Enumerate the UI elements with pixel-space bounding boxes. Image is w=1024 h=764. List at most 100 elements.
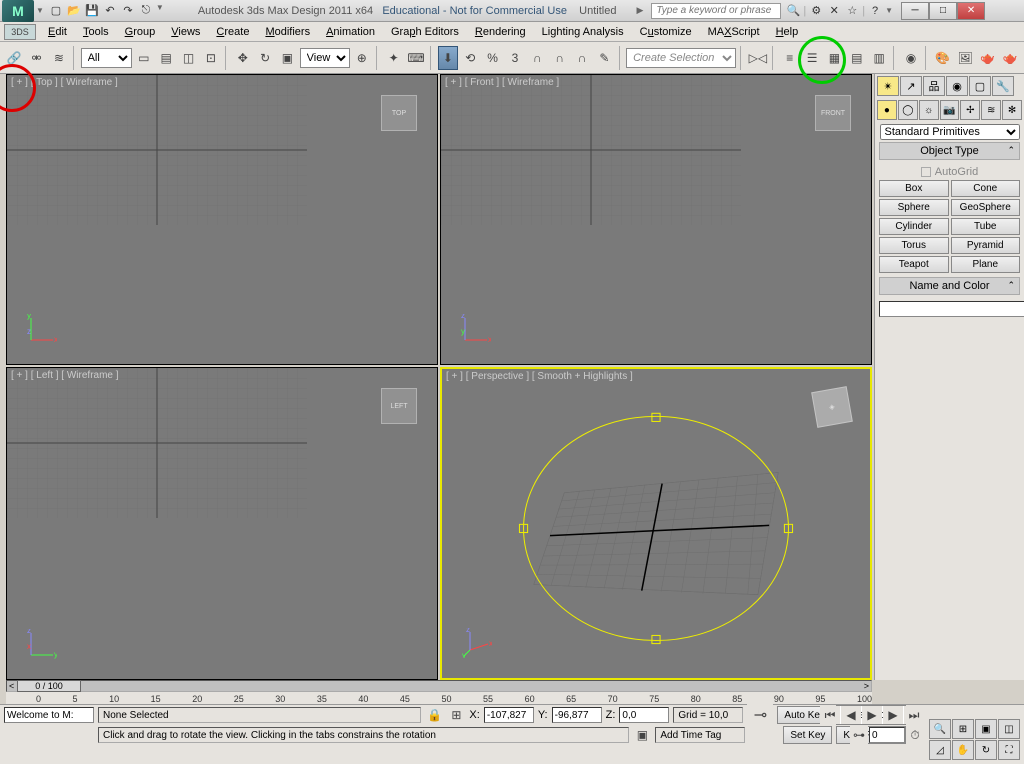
viewport-label-front[interactable]: [ + ] [ Front ] [ Wireframe ] bbox=[445, 77, 559, 88]
viewcube-left[interactable]: LEFT bbox=[381, 388, 417, 424]
object-name-input[interactable] bbox=[879, 301, 1024, 317]
systems-cat-icon[interactable]: ✻ bbox=[1002, 100, 1022, 120]
orbit-icon[interactable]: ↻ bbox=[975, 740, 997, 760]
utilities-tab-icon[interactable]: 🔧 bbox=[992, 76, 1014, 96]
key-mode-icon[interactable]: ⊸ bbox=[747, 702, 773, 728]
help-search-input[interactable] bbox=[651, 3, 781, 19]
menu-help[interactable]: Help bbox=[768, 24, 807, 40]
maximize-button[interactable]: □ bbox=[929, 2, 957, 20]
zoom-icon[interactable]: 🔍 bbox=[929, 719, 951, 739]
menu-maxscript[interactable]: MAXScript bbox=[700, 24, 768, 40]
subscribe-icon[interactable]: ✕ bbox=[826, 3, 842, 19]
cylinder-button[interactable]: Cylinder bbox=[879, 218, 949, 235]
zoom-extents-all-icon[interactable]: ◫ bbox=[998, 719, 1020, 739]
viewport-top[interactable]: [ + ] [ Top ] [ Wireframe ] TOP xyz bbox=[6, 74, 438, 365]
link-tool-icon[interactable]: 🔗 bbox=[4, 46, 24, 70]
zoom-extents-icon[interactable]: ▣ bbox=[975, 719, 997, 739]
modify-tab-icon[interactable]: ↗ bbox=[900, 76, 922, 96]
render-frame-icon[interactable]: 🖼 bbox=[955, 46, 975, 70]
menu-animation[interactable]: Animation bbox=[318, 24, 383, 40]
helpers-cat-icon[interactable]: ✢ bbox=[960, 100, 980, 120]
redo-icon[interactable]: ↷ bbox=[120, 3, 136, 19]
align-icon[interactable]: ≡ bbox=[780, 46, 800, 70]
window-crossing-icon[interactable]: ⊡ bbox=[201, 46, 221, 70]
create-tab-icon[interactable]: ✴ bbox=[877, 76, 899, 96]
teapot-button[interactable]: Teapot bbox=[879, 256, 949, 273]
goto-start-icon[interactable]: ⏮ bbox=[820, 706, 840, 724]
selection-filter-combo[interactable]: All bbox=[81, 48, 132, 68]
unlink-tool-icon[interactable]: ⚮ bbox=[26, 46, 46, 70]
favorite-icon[interactable]: ☆ bbox=[844, 3, 860, 19]
geometry-cat-icon[interactable]: ● bbox=[877, 100, 897, 120]
snap-a-icon[interactable]: ∩ bbox=[527, 46, 547, 70]
category-dropdown[interactable]: Standard Primitives bbox=[880, 124, 1020, 140]
comm-icon[interactable]: ⚙ bbox=[808, 3, 824, 19]
menu-grapheditors[interactable]: Graph Editors bbox=[383, 24, 467, 40]
open-icon[interactable]: 📂 bbox=[66, 3, 82, 19]
menu-rendering[interactable]: Rendering bbox=[467, 24, 534, 40]
rollout-name-color[interactable]: Name and Color bbox=[879, 277, 1020, 295]
set-key-button[interactable]: Set Key bbox=[783, 726, 832, 744]
help-icon[interactable]: ? bbox=[867, 3, 883, 19]
autogrid-checkbox[interactable]: AutoGrid bbox=[879, 164, 1020, 180]
tube-button[interactable]: Tube bbox=[951, 218, 1021, 235]
ref-coord-combo[interactable]: View bbox=[300, 48, 350, 68]
percent-snap-icon[interactable]: % bbox=[482, 46, 502, 70]
minimize-button[interactable]: ─ bbox=[901, 2, 929, 20]
x-coord-input[interactable] bbox=[484, 707, 534, 723]
prev-frame-icon[interactable]: ◀ bbox=[841, 706, 861, 724]
zoom-all-icon[interactable]: ⊞ bbox=[952, 719, 974, 739]
keyboard-icon[interactable]: ⌨ bbox=[406, 46, 426, 70]
infocenter-icon[interactable]: 🔍 bbox=[785, 3, 801, 19]
select-region-icon[interactable]: ◫ bbox=[178, 46, 198, 70]
render-setup-icon[interactable]: 🎨 bbox=[933, 46, 953, 70]
material-editor-icon[interactable]: ◉ bbox=[901, 46, 921, 70]
close-button[interactable]: ✕ bbox=[957, 2, 985, 20]
pyramid-button[interactable]: Pyramid bbox=[951, 237, 1021, 254]
time-slider-track[interactable]: < 0 / 100 > bbox=[6, 680, 872, 692]
y-coord-input[interactable] bbox=[552, 707, 602, 723]
bind-tool-icon[interactable]: ≋ bbox=[49, 46, 69, 70]
lock-icon[interactable]: 🔒 bbox=[425, 706, 443, 724]
time-tag-field[interactable]: Add Time Tag bbox=[655, 727, 745, 743]
save-icon[interactable]: 💾 bbox=[84, 3, 100, 19]
geosphere-button[interactable]: GeoSphere bbox=[951, 199, 1021, 216]
next-frame-icon[interactable]: ▶ bbox=[883, 706, 903, 724]
z-coord-input[interactable] bbox=[619, 707, 669, 723]
viewport-label-persp[interactable]: [ + ] [ Perspective ] [ Smooth + Highlig… bbox=[446, 371, 633, 382]
viewcube-persp[interactable]: ◈ bbox=[811, 386, 853, 428]
shapes-cat-icon[interactable]: ◯ bbox=[898, 100, 918, 120]
menu-create[interactable]: Create bbox=[208, 24, 257, 40]
menu-group[interactable]: Group bbox=[117, 24, 164, 40]
time-config-icon[interactable]: ⏱ bbox=[906, 726, 924, 744]
link-icon[interactable]: ⎋ bbox=[138, 3, 154, 19]
layer-manager-icon[interactable]: ▦ bbox=[824, 46, 844, 70]
select-scale-icon[interactable]: ▣ bbox=[277, 46, 297, 70]
viewport-perspective[interactable]: [ + ] [ Perspective ] [ Smooth + Highlig… bbox=[440, 367, 872, 680]
box-button[interactable]: Box bbox=[879, 180, 949, 197]
rollout-object-type[interactable]: Object Type bbox=[879, 142, 1020, 160]
viewcube-front[interactable]: FRONT bbox=[815, 95, 851, 131]
viewport-label-top[interactable]: [ + ] [ Top ] [ Wireframe ] bbox=[11, 77, 118, 88]
menu-tools[interactable]: Tools bbox=[75, 24, 117, 40]
new-icon[interactable]: ▢ bbox=[48, 3, 64, 19]
key-step-icon[interactable]: ⊶ bbox=[850, 726, 868, 744]
select-move-icon[interactable]: ✥ bbox=[233, 46, 253, 70]
snap-c-icon[interactable]: ∩ bbox=[572, 46, 592, 70]
motion-tab-icon[interactable]: ◉ bbox=[946, 76, 968, 96]
named-selection-combo[interactable]: Create Selection Se bbox=[626, 48, 736, 68]
viewport-front[interactable]: [ + ] [ Front ] [ Wireframe ] FRONT xzy bbox=[440, 74, 872, 365]
curve-editor-icon[interactable]: ▤ bbox=[847, 46, 867, 70]
hierarchy-tab-icon[interactable]: 品 bbox=[923, 76, 945, 96]
display-tab-icon[interactable]: ▢ bbox=[969, 76, 991, 96]
render-prod-icon[interactable]: 🫖 bbox=[977, 46, 997, 70]
script-listener[interactable] bbox=[4, 707, 94, 723]
layers-icon[interactable]: ☰ bbox=[802, 46, 822, 70]
maximize-vp-icon[interactable]: ⛶ bbox=[998, 740, 1020, 760]
cameras-cat-icon[interactable]: 📷 bbox=[940, 100, 960, 120]
cone-button[interactable]: Cone bbox=[951, 180, 1021, 197]
lights-cat-icon[interactable]: ☼ bbox=[919, 100, 939, 120]
edit-named-icon[interactable]: ✎ bbox=[594, 46, 614, 70]
render-iter-icon[interactable]: 🫖 bbox=[1000, 46, 1020, 70]
time-slider-thumb[interactable]: 0 / 100 bbox=[17, 680, 81, 692]
